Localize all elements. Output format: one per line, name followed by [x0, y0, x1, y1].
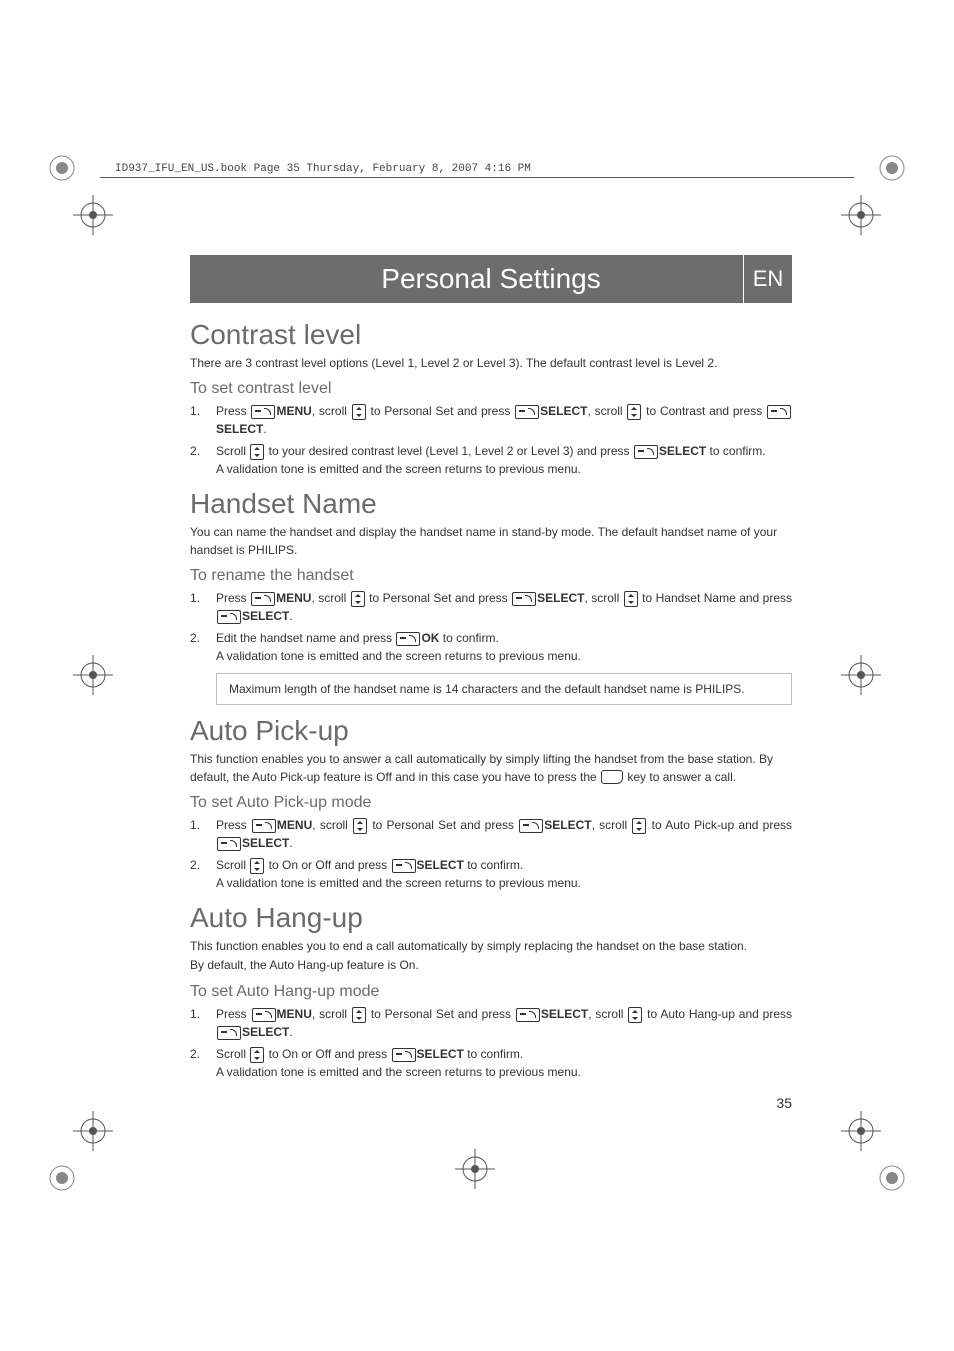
crop-target-icon [450, 1144, 500, 1199]
softkey-icon [251, 405, 275, 419]
page-number: 35 [190, 1095, 792, 1111]
contrast-steps: Press MENU, scroll to Personal Set and p… [190, 402, 792, 478]
section-heading-contrast: Contrast level [190, 319, 792, 351]
nav-up-down-icon [351, 591, 365, 607]
nav-up-down-icon [627, 404, 641, 420]
book-header-line: ID937_IFU_EN_US.book Page 35 Thursday, F… [115, 163, 531, 175]
softkey-icon [515, 405, 539, 419]
registration-mark-icon [872, 1158, 912, 1203]
crop-target-icon [836, 650, 886, 705]
nav-up-down-icon [628, 1007, 642, 1023]
handset-steps: Press MENU, scroll to Personal Set and p… [190, 589, 792, 665]
hangup-steps: Press MENU, scroll to Personal Set and p… [190, 1005, 792, 1081]
handset-subheading: To rename the handset [190, 567, 792, 585]
registration-mark-icon [42, 1158, 82, 1203]
contrast-intro: There are 3 contrast level options (Leve… [190, 355, 792, 372]
pickup-subheading: To set Auto Pick-up mode [190, 794, 792, 812]
crop-target-icon [836, 1106, 886, 1161]
title-bar: Personal Settings EN [190, 255, 792, 303]
registration-mark-icon [42, 148, 82, 193]
hangup-subheading: To set Auto Hang-up mode [190, 983, 792, 1001]
softkey-icon [392, 859, 416, 873]
pickup-intro: This function enables you to answer a ca… [190, 751, 792, 786]
registration-mark-icon [872, 148, 912, 193]
language-indicator: EN [743, 254, 793, 304]
section-heading-handset: Handset Name [190, 488, 792, 520]
softkey-icon [396, 632, 420, 646]
hangup-intro1: This function enables you to end a call … [190, 938, 792, 955]
softkey-icon [252, 819, 276, 833]
talk-key-icon [601, 770, 623, 784]
nav-up-down-icon [250, 858, 264, 874]
nav-up-down-icon [352, 1007, 366, 1023]
softkey-icon [217, 1026, 241, 1040]
contrast-step-2: Scroll to your desired contrast level (L… [190, 442, 792, 478]
contrast-subheading: To set contrast level [190, 380, 792, 398]
hangup-intro2: By default, the Auto Hang-up feature is … [190, 957, 792, 974]
nav-up-down-icon [353, 818, 367, 834]
hangup-step-1: Press MENU, scroll to Personal Set and p… [190, 1005, 792, 1041]
pickup-step-1: Press MENU, scroll to Personal Set and p… [190, 816, 792, 852]
pickup-step-2: Scroll to On or Off and press SELECT to … [190, 856, 792, 892]
nav-up-down-icon [632, 818, 646, 834]
softkey-icon [634, 445, 658, 459]
nav-up-down-icon [250, 1047, 264, 1063]
softkey-icon [519, 819, 543, 833]
softkey-icon [251, 592, 275, 606]
crop-target-icon [68, 1106, 118, 1161]
handset-step-1: Press MENU, scroll to Personal Set and p… [190, 589, 792, 625]
hangup-step-2: Scroll to On or Off and press SELECT to … [190, 1045, 792, 1081]
header-rule [100, 177, 854, 178]
softkey-icon [516, 1008, 540, 1022]
crop-target-icon [68, 190, 118, 245]
softkey-icon [392, 1048, 416, 1062]
handset-intro: You can name the handset and display the… [190, 524, 792, 559]
section-heading-pickup: Auto Pick-up [190, 715, 792, 747]
nav-up-down-icon [352, 404, 366, 420]
nav-up-down-icon [250, 444, 264, 460]
handset-note-box: Maximum length of the handset name is 14… [216, 673, 792, 705]
crop-target-icon [68, 650, 118, 705]
softkey-icon [217, 610, 241, 624]
pickup-steps: Press MENU, scroll to Personal Set and p… [190, 816, 792, 892]
softkey-icon [512, 592, 536, 606]
handset-step-2: Edit the handset name and press OK to co… [190, 629, 792, 665]
page-title: Personal Settings [381, 263, 600, 295]
contrast-step-1: Press MENU, scroll to Personal Set and p… [190, 402, 792, 438]
crop-target-icon [836, 190, 886, 245]
section-heading-hangup: Auto Hang-up [190, 902, 792, 934]
softkey-icon [767, 405, 791, 419]
page-content: Personal Settings EN Contrast level Ther… [190, 255, 792, 1111]
softkey-icon [252, 1008, 276, 1022]
nav-up-down-icon [624, 591, 638, 607]
softkey-icon [217, 837, 241, 851]
